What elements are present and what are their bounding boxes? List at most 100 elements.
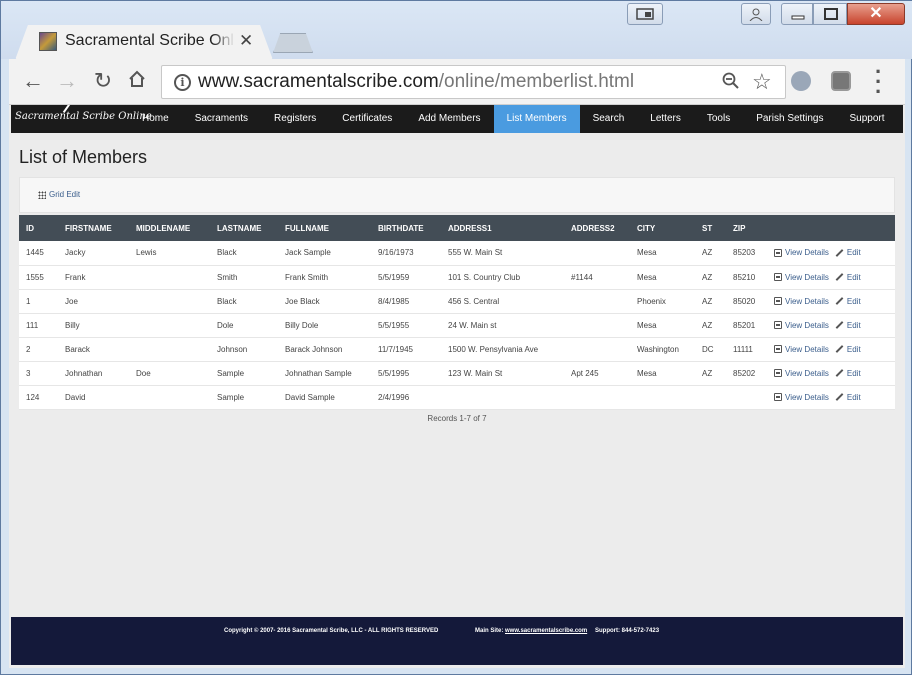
edit-link[interactable]: Edit bbox=[835, 297, 861, 306]
cell-st: AZ bbox=[702, 320, 713, 330]
cell-actions: View Details Edit bbox=[767, 313, 895, 337]
url-path: /online/memberlist.html bbox=[438, 71, 635, 92]
edit-link[interactable]: Edit bbox=[835, 321, 861, 330]
cell-full: Billy Dole bbox=[285, 320, 319, 330]
cell-addr1: 24 W. Main st bbox=[448, 320, 497, 330]
view-details-link[interactable]: View Details bbox=[774, 345, 829, 354]
table-row: 124 David Sample David Sample 2/4/1996 View D… bbox=[19, 385, 895, 409]
url-text[interactable]: www.sacramentalscribe.com/online/memberl… bbox=[198, 71, 634, 93]
cell-st: AZ bbox=[702, 248, 713, 258]
nav-item-parish-settings[interactable]: Parish Settings bbox=[743, 105, 836, 133]
cell-id: 1445 bbox=[26, 248, 44, 258]
edit-link[interactable]: Edit bbox=[835, 273, 861, 282]
edit-label: Edit bbox=[846, 368, 861, 378]
tab-title[interactable]: Sacramental Scribe Online bbox=[65, 32, 233, 50]
nav-item-registers[interactable]: Registers bbox=[261, 105, 329, 133]
edit-link[interactable]: Edit bbox=[835, 393, 861, 402]
maximize-button[interactable] bbox=[813, 3, 847, 25]
cell-last: Sample bbox=[217, 392, 245, 402]
nav-item-sacraments[interactable]: Sacraments bbox=[182, 105, 261, 133]
edit-label: Edit bbox=[846, 248, 861, 258]
edit-link[interactable]: Edit bbox=[835, 369, 861, 378]
site-navbar: Sacramental Scribe Online Home Sacraments… bbox=[11, 105, 903, 133]
edit-label: Edit bbox=[846, 272, 861, 282]
zoom-out-icon[interactable] bbox=[722, 72, 740, 95]
forward-icon[interactable]: → bbox=[55, 69, 79, 93]
edit-link[interactable]: Edit bbox=[835, 345, 861, 354]
extension-2-icon[interactable] bbox=[831, 71, 851, 91]
cast-button[interactable] bbox=[627, 3, 663, 25]
web-page: Sacramental Scribe Online Home Sacraments… bbox=[9, 105, 905, 668]
cell-id: 1 bbox=[26, 296, 31, 306]
nav-item-support[interactable]: Support bbox=[836, 105, 897, 133]
nav-item-letters[interactable]: Letters bbox=[637, 105, 694, 133]
view-details-label: View Details bbox=[785, 392, 829, 402]
cell-st bbox=[695, 385, 726, 409]
maximize-icon bbox=[824, 8, 838, 20]
pencil-icon bbox=[835, 345, 844, 353]
cell-addr1: 101 S. Country Club bbox=[448, 272, 521, 282]
cast-icon bbox=[636, 8, 654, 20]
row-actions: View Details Edit bbox=[774, 321, 895, 330]
main-site-label: Main Site: bbox=[475, 628, 504, 634]
cell-middle bbox=[129, 313, 210, 337]
cell-id: 111 bbox=[26, 320, 39, 330]
cell-birth: 8/4/1985 bbox=[378, 296, 410, 306]
site-footer: Copyright © 2007- 2016 Sacramental Scrib… bbox=[11, 617, 903, 665]
cell-full: Johnathan Sample bbox=[285, 368, 352, 378]
extension-icon[interactable] bbox=[791, 71, 811, 91]
window-close-button[interactable]: ✕ bbox=[847, 3, 905, 25]
cell-addr2 bbox=[564, 337, 630, 361]
nav-item-add-members[interactable]: Add Members bbox=[405, 105, 493, 133]
grid-edit-button[interactable]: Grid Edit bbox=[38, 190, 80, 199]
cell-full: Barack Johnson bbox=[285, 344, 343, 354]
bookmark-star-icon[interactable]: ☆ bbox=[752, 69, 772, 95]
info-icon[interactable]: i bbox=[174, 74, 191, 91]
cell-addr1: 1500 W. Pensylvania Ave bbox=[448, 344, 539, 354]
view-details-link[interactable]: View Details bbox=[774, 321, 829, 330]
column-header-lastname: LASTNAME bbox=[217, 223, 262, 233]
cell-zip: 85201 bbox=[733, 320, 756, 330]
browser-window: Sacramental Scribe Online ✕ ✕ ← → ↻ i ww… bbox=[0, 0, 912, 675]
nav-item-tools[interactable]: Tools bbox=[694, 105, 743, 133]
cell-city: Phoenix bbox=[637, 296, 666, 306]
column-header-st: ST bbox=[702, 223, 713, 233]
cell-last: Dole bbox=[217, 320, 234, 330]
cell-addr2 bbox=[564, 289, 630, 313]
view-details-link[interactable]: View Details bbox=[774, 369, 829, 378]
grid-edit-label: Grid Edit bbox=[49, 190, 81, 199]
table-body: 1445 Jacky Lewis Black Jack Sample 9/16/1973 5… bbox=[19, 241, 895, 409]
user-icon bbox=[749, 8, 763, 21]
minimize-button[interactable] bbox=[781, 3, 813, 25]
address-bar[interactable]: i www.sacramentalscribe.com/online/membe… bbox=[161, 65, 786, 99]
edit-link[interactable]: Edit bbox=[835, 248, 861, 257]
reload-icon[interactable]: ↻ bbox=[91, 69, 115, 93]
cell-addr2 bbox=[564, 385, 630, 409]
cell-first: David bbox=[65, 392, 86, 402]
edit-label: Edit bbox=[846, 296, 861, 306]
cell-last: Black bbox=[217, 248, 237, 258]
cell-addr1: 123 W. Main St bbox=[448, 368, 503, 378]
cell-middle bbox=[129, 289, 210, 313]
view-details-link[interactable]: View Details bbox=[774, 248, 829, 257]
nav-item-search[interactable]: Search bbox=[580, 105, 638, 133]
main-site-link[interactable]: www.sacramentalscribe.com bbox=[505, 628, 587, 634]
edit-label: Edit bbox=[846, 344, 861, 354]
cell-actions: View Details Edit bbox=[767, 289, 895, 313]
view-details-link[interactable]: View Details bbox=[774, 393, 829, 402]
column-header-address1: ADDRESS1 bbox=[448, 223, 492, 233]
nav-item-logout[interactable]: Logout bbox=[898, 105, 906, 133]
nav-item-certificates[interactable]: Certificates bbox=[329, 105, 405, 133]
tab-close-icon[interactable]: ✕ bbox=[239, 31, 253, 51]
view-details-link[interactable]: View Details bbox=[774, 297, 829, 306]
view-details-link[interactable]: View Details bbox=[774, 273, 829, 282]
home-icon[interactable] bbox=[125, 69, 149, 94]
footer-support: Support: 844-572-7423 bbox=[595, 628, 660, 634]
nav-item-home[interactable]: Home bbox=[129, 105, 182, 133]
view-details-label: View Details bbox=[785, 344, 829, 354]
nav-item-list-members[interactable]: List Members bbox=[493, 105, 580, 133]
user-profile-button[interactable] bbox=[741, 3, 771, 25]
browser-menu-icon[interactable]: · · · bbox=[875, 61, 885, 103]
new-tab-button[interactable] bbox=[273, 33, 313, 53]
back-icon[interactable]: ← bbox=[21, 69, 45, 93]
